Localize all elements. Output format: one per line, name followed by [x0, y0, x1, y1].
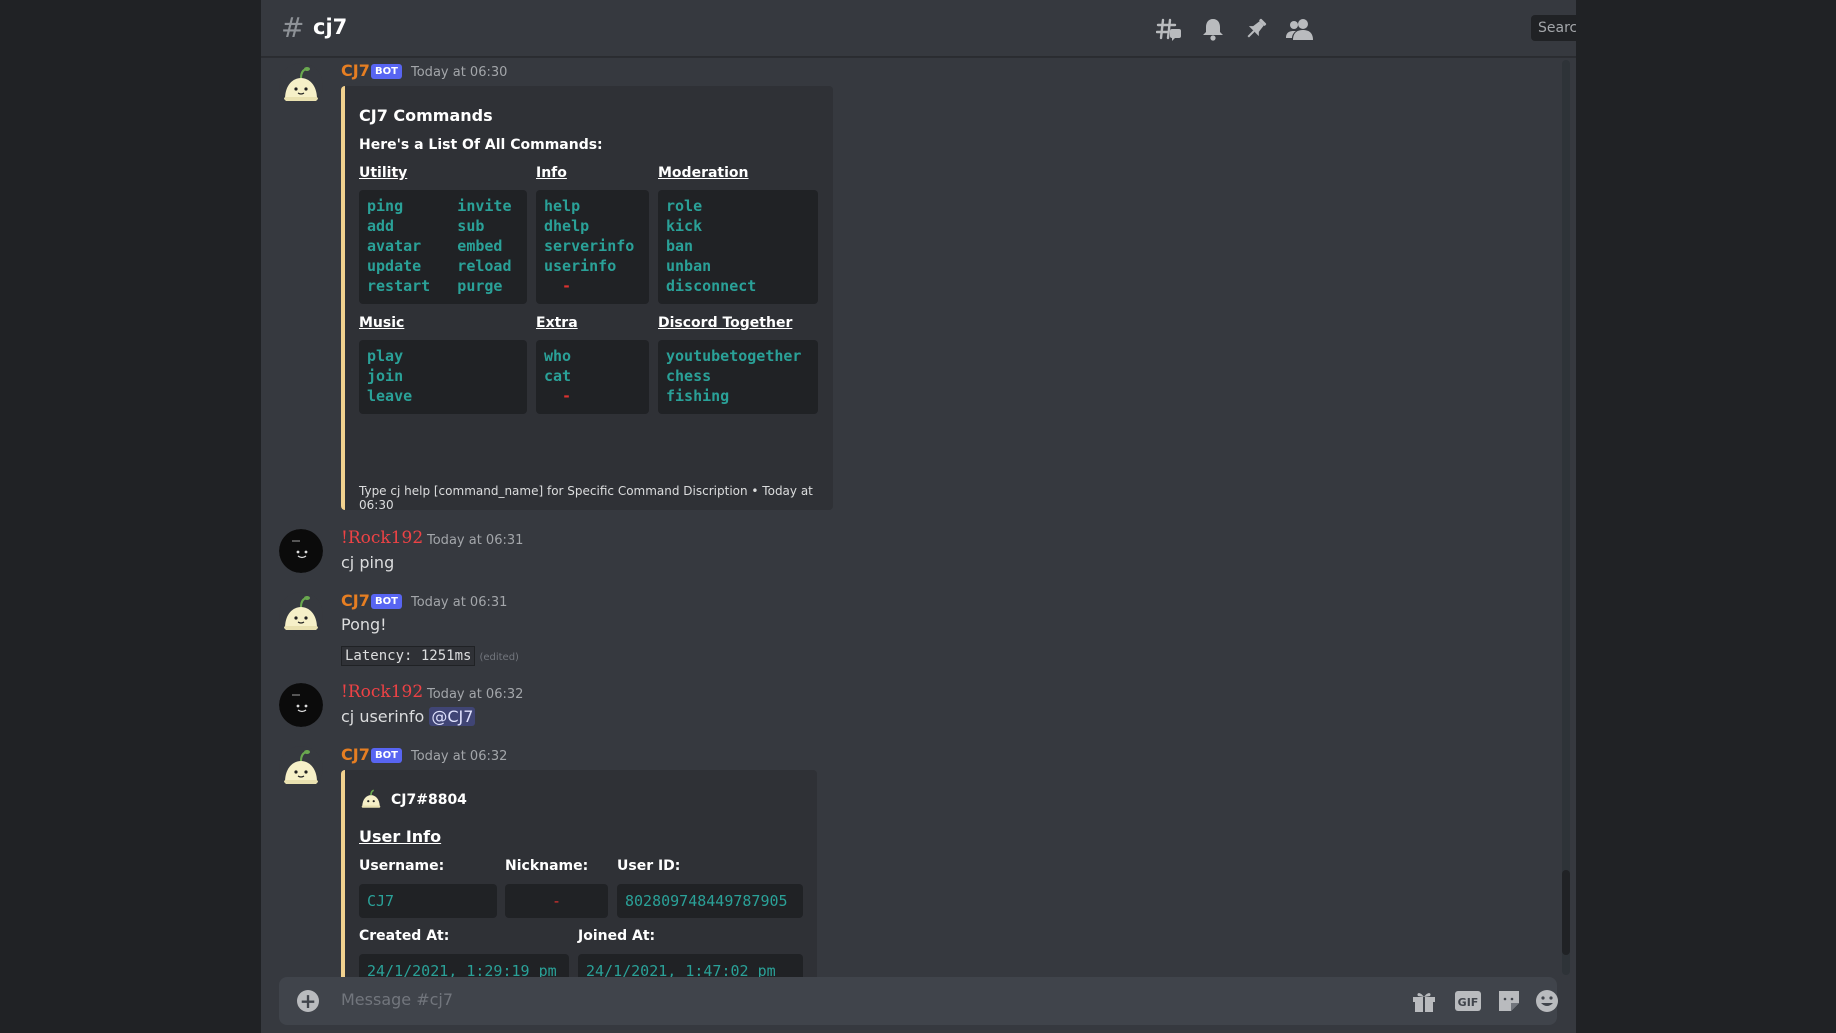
message-timestamp: Today at 06:31	[427, 533, 524, 548]
value-created-at: 24/1/2021, 1:29:19 pm	[359, 954, 569, 977]
message-composer: + Message #cj7 GIF	[279, 977, 1560, 1025]
field-name-user-id: User ID:	[617, 858, 681, 874]
message-author[interactable]: CJ7	[341, 745, 370, 764]
members-icon[interactable]	[1286, 16, 1313, 42]
bot-badge: BOT	[371, 64, 402, 79]
message-timestamp: Today at 06:30	[411, 65, 508, 80]
message-list: CJ7 BOT Today at 06:30 CJ7 Commands Here…	[261, 57, 1561, 977]
field-name-username: Username:	[359, 858, 445, 874]
field-name-utility: Utility	[359, 165, 408, 181]
field-name-created-at: Created At:	[359, 928, 450, 944]
value-joined-at: 24/1/2021, 1:47:02 pm	[578, 954, 803, 977]
embed-title: CJ7 Commands	[359, 106, 493, 125]
scrollbar-thumb[interactable]	[1562, 870, 1570, 955]
user-avatar[interactable]	[279, 683, 323, 727]
user-avatar[interactable]	[279, 529, 323, 573]
chat-window: # cj7 Search CJ7 BOT Today at 06:30 CJ7 …	[261, 0, 1576, 1033]
message-author[interactable]: !Rock192	[341, 682, 423, 702]
user-mention[interactable]: @CJ7	[429, 707, 476, 726]
bot-badge: BOT	[371, 748, 402, 763]
bot-avatar[interactable]	[279, 746, 323, 790]
field-name-info: Info	[536, 165, 567, 181]
plus-circle-icon[interactable]: +	[297, 990, 319, 1012]
message-timestamp: Today at 06:32	[411, 749, 508, 764]
message-timestamp: Today at 06:31	[411, 595, 508, 610]
emoji-icon[interactable]	[1534, 989, 1560, 1013]
bot-avatar[interactable]	[279, 592, 323, 636]
embed-title: User Info	[359, 827, 442, 846]
message-author[interactable]: CJ7	[341, 591, 370, 610]
code-block-discord-together: youtubetogether chess fishing	[658, 340, 818, 414]
field-name-nickname: Nickname:	[505, 858, 589, 874]
message-author[interactable]: !Rock192	[341, 528, 423, 548]
embed-footer: Type cj help [command_name] for Specific…	[359, 484, 813, 512]
embed-description: Here's a List Of All Commands:	[359, 137, 603, 153]
message-line: Latency: 1251ms (edited)	[341, 645, 519, 666]
embed-author-icon	[359, 787, 383, 811]
value-username: CJ7	[359, 884, 497, 918]
svg-text:GIF: GIF	[1458, 996, 1479, 1009]
channel-hash-icon: #	[281, 11, 305, 44]
sticker-icon[interactable]	[1496, 989, 1522, 1013]
code-block-info: help dhelp serverinfo userinfo -	[536, 190, 649, 304]
message-timestamp: Today at 06:32	[427, 687, 524, 702]
field-name-music: Music	[359, 315, 405, 331]
field-name-extra: Extra	[536, 315, 578, 331]
message-text: cj ping	[341, 553, 395, 572]
channel-header: # cj7 Search	[261, 0, 1576, 57]
field-name-joined-at: Joined At:	[578, 928, 656, 944]
message-text: cj userinfo @CJ7	[341, 707, 476, 726]
message-input[interactable]: Message #cj7	[341, 990, 453, 1009]
field-name-discord-together: Discord Together	[658, 315, 793, 331]
scrollbar-track[interactable]	[1562, 60, 1570, 975]
gift-icon[interactable]	[1411, 989, 1437, 1013]
code-block-utility: ping invite add sub avatar embed update rel…	[359, 190, 527, 304]
commands-embed: CJ7 Commands Here's a List Of All Comman…	[341, 86, 833, 512]
bot-badge: BOT	[371, 594, 402, 609]
userinfo-embed: CJ7#8804 User Info Username: Nickname: U…	[341, 770, 817, 977]
value-user-id: 802809748449787905	[617, 884, 803, 918]
embed-author-name[interactable]: CJ7#8804	[391, 792, 467, 808]
search-input[interactable]: Search	[1531, 15, 1576, 41]
field-name-moderation: Moderation	[658, 165, 749, 181]
channel-name: cj7	[313, 15, 348, 39]
code-block-music: play join leave	[359, 340, 527, 414]
value-nickname: -	[505, 884, 608, 918]
gif-icon[interactable]: GIF	[1454, 989, 1481, 1013]
pin-icon[interactable]	[1243, 16, 1269, 42]
message-author[interactable]: CJ7	[341, 61, 370, 80]
code-block-extra: who cat -	[536, 340, 649, 414]
threads-icon[interactable]	[1155, 16, 1182, 42]
inline-code: Latency: 1251ms	[341, 646, 476, 666]
bot-avatar[interactable]	[279, 63, 323, 107]
bell-icon[interactable]	[1200, 16, 1226, 42]
edited-label: (edited)	[479, 652, 519, 663]
message-text: Pong!	[341, 615, 387, 634]
code-block-moderation: role kick ban unban disconnect	[658, 190, 818, 304]
